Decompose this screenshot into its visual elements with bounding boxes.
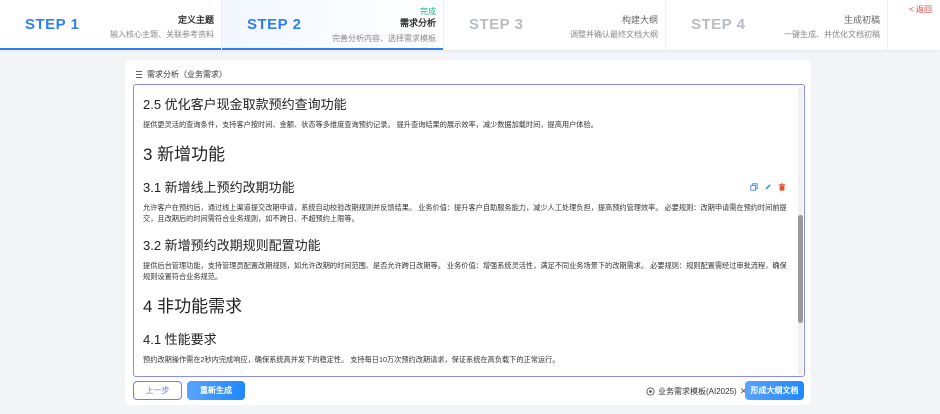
section-toolbar (750, 183, 786, 191)
section-paragraph: 提供更灵活的查询条件，支持客户按时间、金额、状态等多维度查询预约记录。 提升查询… (143, 120, 598, 129)
step-number: STEP 1 (25, 16, 80, 33)
step-1[interactable]: STEP 1 定义主题 输入核心主题、关联参考资料 (0, 0, 222, 50)
step-3[interactable]: STEP 3 构建大纲 调整并确认最终文档大纲 (444, 0, 666, 50)
step-number: STEP 3 (469, 16, 524, 33)
analysis-card: 需求分析（业务需求） 2.5 优化客户现金取款预约查询功能 提供更灵活的查询条件… (125, 60, 811, 405)
scrollbar-thumb[interactable] (798, 215, 803, 323)
step-title: 需求分析 (399, 18, 436, 28)
scrollbar[interactable] (798, 87, 803, 375)
chapter-heading: 3 新增功能 (143, 145, 226, 164)
step-title: 定义主题 (177, 15, 214, 25)
step-description: 调整并确认最终文档大纲 (570, 30, 658, 39)
step-4[interactable]: STEP 4 生成初稿 一键生成、并优化文档初稿 (666, 0, 888, 50)
step-number: STEP 4 (691, 16, 746, 33)
document-content: 2.5 优化客户现金取款预约查询功能 提供更灵活的查询条件，支持客户按时间、金额… (143, 97, 791, 365)
previous-step-button[interactable]: 上一步 (133, 381, 182, 400)
back-link[interactable]: < 返回 (909, 4, 932, 15)
template-chip[interactable]: 业务需求模板(AI2025) ✕ (646, 385, 747, 397)
steps-bar: STEP 1 定义主题 输入核心主题、关联参考资料 STEP 2 完成 需求分析… (0, 0, 940, 50)
section-paragraph: 预约改期操作需在2秒内完成响应，确保系统高并发下的稳定性。 支持每日10万次预约… (143, 355, 560, 364)
card-header: 需求分析（业务需求） (136, 69, 227, 80)
step-description: 一键生成、并优化文档初稿 (784, 30, 880, 39)
section-heading: 4.1 性能要求 (143, 332, 217, 347)
delete-icon[interactable] (778, 183, 786, 191)
section-heading: 3.1 新增线上预约改期功能 (143, 180, 295, 195)
chapter-heading: 4 非功能需求 (143, 297, 243, 316)
section-paragraph: 提供后台管理功能，支持管理员配置改期规则，如允许改期的时间范围、是否允许跨日改期… (143, 261, 787, 281)
step-description: 完善分析内容、选择需求模板 (332, 34, 436, 43)
copy-icon[interactable] (750, 183, 758, 191)
generate-outline-button[interactable]: 形成大纲文档 (745, 381, 804, 400)
template-label: 业务需求模板(AI2025) (658, 386, 737, 396)
regenerate-button[interactable]: 重新生成 (187, 381, 245, 400)
template-icon (646, 386, 655, 396)
back-area: < 返回 (888, 0, 940, 50)
content-editor[interactable]: 2.5 优化客户现金取款预约查询功能 提供更灵活的查询条件，支持客户按时间、金额… (133, 84, 805, 377)
step-2[interactable]: STEP 2 完成 需求分析 完善分析内容、选择需求模板 (222, 0, 444, 50)
card-title: 需求分析（业务需求） (147, 70, 227, 79)
step-title: 构建大纲 (621, 15, 658, 25)
edit-icon[interactable] (764, 183, 772, 191)
section-heading: 2.5 优化客户现金取款预约查询功能 (143, 97, 347, 112)
section-paragraph: 允许客户在预约后，通过线上渠道提交改期申请，系统自动校验改期规则并反馈结果。 业… (143, 203, 787, 223)
step-title: 生成初稿 (843, 15, 880, 25)
section-heading: 3.2 新增预约改期规则配置功能 (143, 238, 321, 253)
list-icon (136, 71, 142, 78)
step-number: STEP 2 (247, 16, 302, 33)
step-description: 输入核心主题、关联参考资料 (110, 30, 214, 39)
